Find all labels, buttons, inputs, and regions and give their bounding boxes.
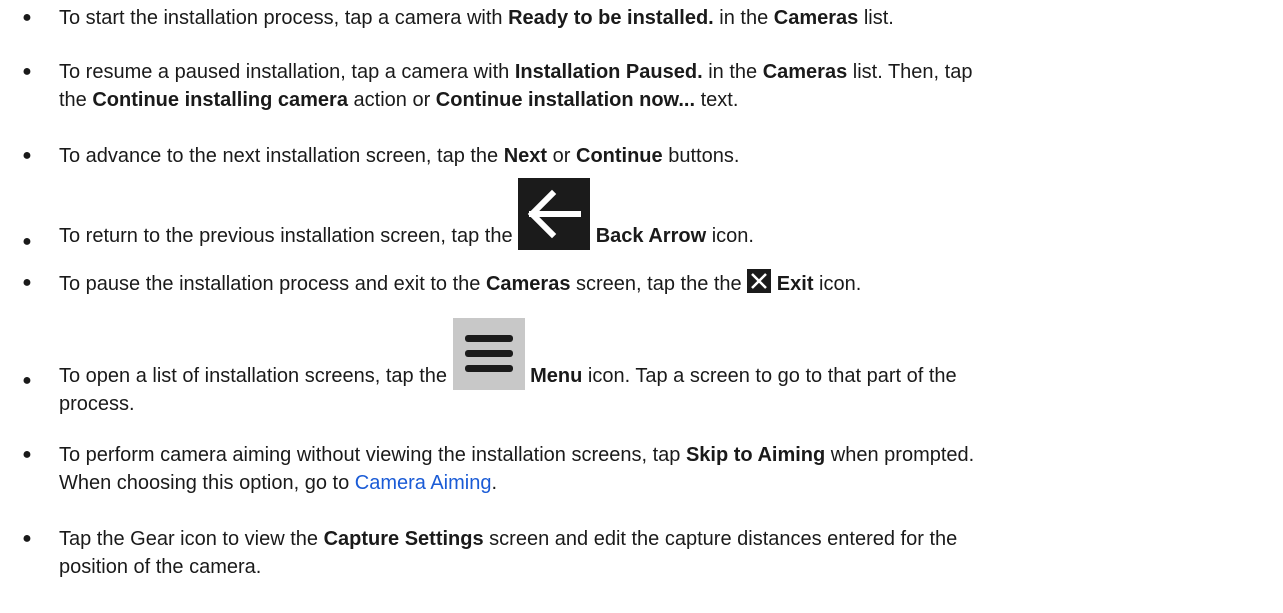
item-text: To resume a paused installation, tap a c… [59,61,973,111]
item-text: To open a list of installation screens, … [59,318,1274,418]
item-text: Tap the Gear icon to view the Capture Se… [59,528,958,578]
camera-aiming-link[interactable]: Camera Aiming [355,472,492,494]
bullet: ● [22,63,32,80]
back-arrow-icon [518,178,591,250]
item-text: To return to the previous installation s… [59,178,1274,250]
bullet: ● [22,233,32,250]
bullet: ● [22,147,32,164]
bullet: ● [22,530,32,547]
hamburger-menu-icon [452,318,525,390]
bullet: ● [22,372,32,389]
bullet: ● [22,9,32,26]
item-text: To advance to the next installation scre… [59,145,740,167]
bullet: ● [22,274,32,291]
bullet: ● [22,446,32,463]
item-text: To pause the installation process and ex… [59,269,1274,298]
item-text: To start the installation process, tap a… [59,7,894,29]
item-text: To perform camera aiming without viewing… [59,444,975,494]
exit-x-icon [747,269,772,293]
